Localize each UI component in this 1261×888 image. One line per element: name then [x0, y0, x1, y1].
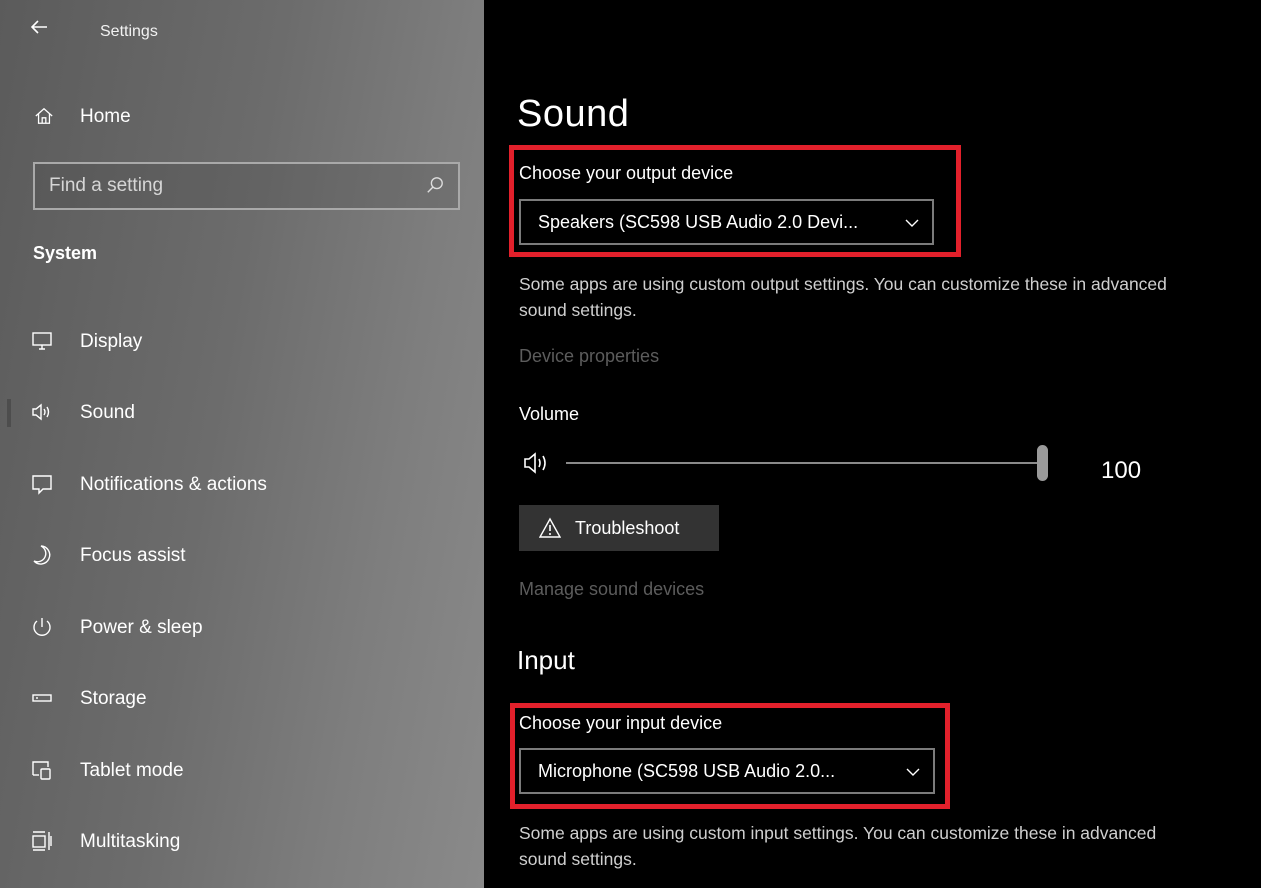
- troubleshoot-button[interactable]: Troubleshoot: [519, 505, 719, 551]
- sidebar-item-notifications[interactable]: Notifications & actions: [0, 463, 484, 507]
- back-button[interactable]: [30, 18, 60, 48]
- sidebar-item-focus-assist[interactable]: Focus assist: [0, 534, 484, 578]
- manage-sound-devices-link[interactable]: Manage sound devices: [519, 579, 704, 600]
- search-icon[interactable]: [426, 176, 446, 196]
- sidebar-item-home[interactable]: Home: [0, 96, 484, 138]
- back-arrow-icon: [30, 20, 47, 34]
- moon-icon: [31, 544, 55, 568]
- sidebar-item-label: Display: [80, 331, 143, 352]
- volume-slider-track[interactable]: [566, 462, 1048, 464]
- sidebar-item-label: Home: [80, 106, 131, 127]
- titlebar: Settings: [0, 0, 484, 64]
- warning-icon: [538, 517, 562, 539]
- sidebar-item-label: Focus assist: [80, 545, 186, 566]
- volume-label: Volume: [519, 404, 580, 424]
- storage-icon: [31, 687, 55, 711]
- sidebar-item-sound[interactable]: Sound: [0, 391, 484, 435]
- window-title: Settings: [100, 23, 158, 40]
- sidebar-item-label: Storage: [80, 688, 147, 709]
- chevron-down-icon: [905, 764, 921, 780]
- input-device-label: Choose your input device: [519, 713, 723, 733]
- volume-value: 100: [1101, 457, 1142, 484]
- multitasking-icon: [31, 830, 55, 854]
- output-device-label: Choose your output device: [519, 163, 734, 183]
- search-input[interactable]: [49, 164, 409, 208]
- output-device-dropdown[interactable]: Speakers (SC598 USB Audio 2.0 Devi...: [519, 199, 934, 245]
- section-header-system: System: [33, 243, 98, 263]
- output-info-text: Some apps are using custom output settin…: [519, 274, 1167, 320]
- input-device-value: Microphone (SC598 USB Audio 2.0...: [538, 761, 836, 781]
- sidebar-item-label: Notifications & actions: [80, 474, 267, 495]
- tablet-mode-icon: [31, 759, 55, 783]
- volume-slider-thumb[interactable]: [1037, 445, 1048, 481]
- sidebar-item-storage[interactable]: Storage: [0, 677, 484, 721]
- chevron-down-icon: [904, 215, 920, 231]
- notification-icon: [31, 473, 55, 497]
- power-icon: [31, 616, 55, 640]
- sidebar-item-multitasking[interactable]: Multitasking: [0, 820, 484, 864]
- sidebar-item-display[interactable]: Display: [0, 320, 484, 364]
- output-device-value: Speakers (SC598 USB Audio 2.0 Devi...: [538, 212, 859, 232]
- main-content: Sound Choose your output device Speakers…: [484, 0, 1261, 888]
- speaker-icon: [31, 401, 55, 425]
- sidebar-item-label: Tablet mode: [80, 760, 184, 781]
- sidebar-item-power-sleep[interactable]: Power & sleep: [0, 606, 484, 650]
- input-section-header: Input: [517, 645, 575, 675]
- sidebar: Settings Home System Display Sound: [0, 0, 484, 888]
- search-box: [33, 162, 460, 210]
- input-device-dropdown[interactable]: Microphone (SC598 USB Audio 2.0...: [519, 748, 935, 794]
- home-icon: [34, 106, 56, 128]
- sidebar-item-tablet-mode[interactable]: Tablet mode: [0, 749, 484, 793]
- volume-icon[interactable]: [523, 450, 555, 476]
- device-properties-link[interactable]: Device properties: [519, 346, 659, 367]
- sidebar-item-label: Sound: [80, 402, 135, 423]
- troubleshoot-label: Troubleshoot: [575, 518, 680, 538]
- input-info-text: Some apps are using custom input setting…: [519, 823, 1157, 869]
- monitor-icon: [31, 330, 55, 354]
- page-title: Sound: [517, 93, 630, 135]
- sidebar-item-label: Power & sleep: [80, 617, 203, 638]
- sidebar-item-label: Multitasking: [80, 831, 181, 852]
